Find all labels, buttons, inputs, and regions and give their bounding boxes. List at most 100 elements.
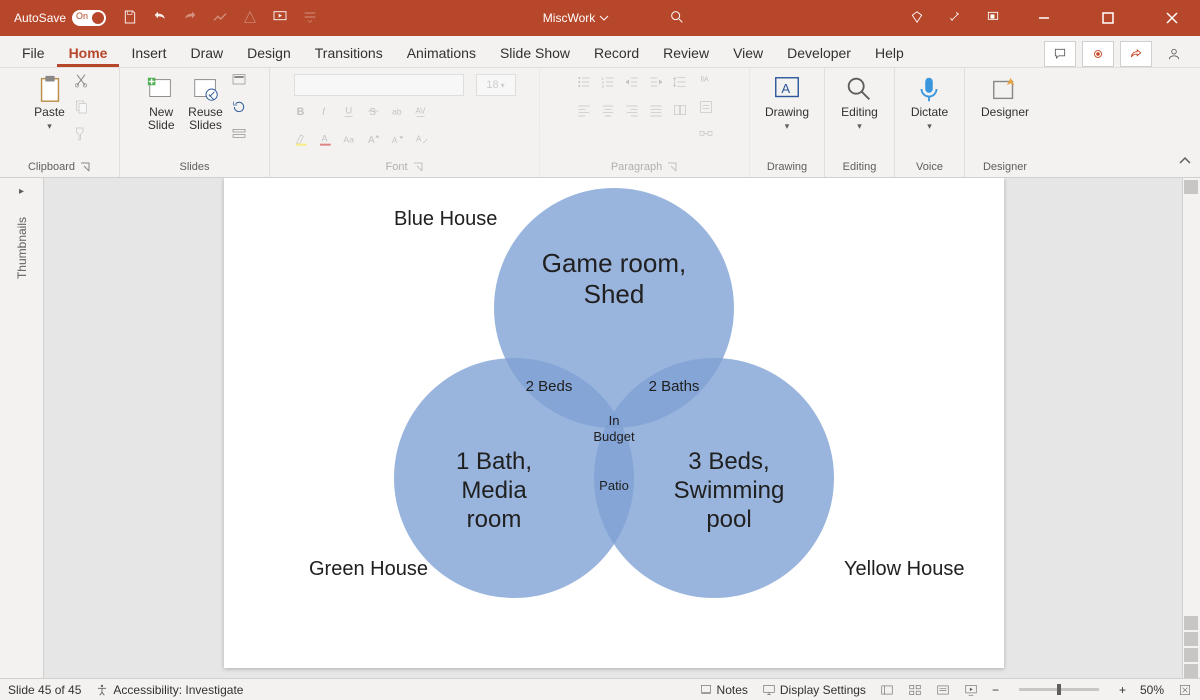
display-settings-button[interactable]: Display Settings (762, 683, 866, 697)
dialog-launcher-icon[interactable] (79, 161, 91, 173)
minimize-button[interactable] (1024, 0, 1064, 36)
text-direction-icon[interactable]: llA (698, 72, 714, 93)
from-beginning-icon[interactable] (272, 9, 288, 28)
tab-view[interactable]: View (721, 39, 775, 67)
tab-file[interactable]: File (10, 39, 57, 67)
font-size-combo[interactable]: 18▾ (476, 74, 516, 96)
scroll-up-icon[interactable] (1184, 632, 1198, 646)
tab-help[interactable]: Help (863, 39, 916, 67)
align-left-icon[interactable] (576, 102, 592, 123)
justify-icon[interactable] (648, 102, 664, 123)
font-color-icon[interactable]: A (318, 131, 334, 152)
bullets-icon[interactable] (576, 74, 592, 95)
qat-icon[interactable] (242, 9, 258, 28)
tab-slideshow[interactable]: Slide Show (488, 39, 582, 67)
shadow-icon[interactable]: ab (390, 103, 406, 124)
highlight-icon[interactable] (294, 131, 310, 152)
reset-icon[interactable] (231, 99, 247, 120)
paste-button[interactable]: Paste ▾ (30, 72, 69, 134)
editing-button[interactable]: Editing ▾ (837, 72, 882, 134)
scrollbar-thumb[interactable] (1184, 180, 1198, 194)
copy-icon[interactable] (73, 99, 89, 120)
columns-icon[interactable] (672, 102, 688, 123)
slide-canvas[interactable]: Blue House Green House Yellow House Game… (44, 178, 1200, 678)
shrink-font-icon[interactable]: A (390, 131, 406, 152)
tab-transitions[interactable]: Transitions (303, 39, 395, 67)
diamond-icon[interactable] (910, 10, 924, 27)
undo-icon[interactable] (152, 9, 168, 28)
zoom-level[interactable]: 50% (1140, 683, 1164, 697)
fit-to-window-icon[interactable] (1178, 683, 1192, 697)
format-painter-icon[interactable] (73, 126, 89, 147)
tab-home[interactable]: Home (57, 39, 120, 67)
search-button[interactable] (669, 9, 685, 28)
underline-icon[interactable]: U (342, 103, 358, 124)
line-spacing-icon[interactable] (672, 74, 688, 95)
sparkle-icon[interactable] (948, 10, 962, 27)
scroll-down-icon[interactable] (1184, 648, 1198, 662)
tab-developer[interactable]: Developer (775, 39, 863, 67)
tab-review[interactable]: Review (651, 39, 721, 67)
zoom-slider[interactable] (1019, 688, 1099, 691)
indent-left-icon[interactable] (624, 74, 640, 95)
save-icon[interactable] (122, 9, 138, 28)
autosave-toggle[interactable]: AutoSave On (14, 10, 106, 26)
view-sorter-icon[interactable] (908, 683, 922, 697)
clear-format-icon[interactable]: A (414, 131, 430, 152)
share-button[interactable] (1120, 41, 1152, 67)
scroll-up-double-icon[interactable] (1184, 616, 1198, 630)
spacing-icon[interactable]: AV (414, 103, 430, 124)
reuse-slides-button[interactable]: Reuse Slides (184, 72, 227, 134)
dialog-launcher-icon[interactable] (666, 161, 678, 173)
tab-draw[interactable]: Draw (178, 39, 235, 67)
grow-font-icon[interactable]: A (366, 131, 382, 152)
window-mode-icon[interactable] (986, 10, 1000, 27)
document-title[interactable]: MiscWork (543, 11, 609, 25)
slide[interactable]: Blue House Green House Yellow House Game… (224, 178, 1004, 668)
qat-overflow-icon[interactable] (302, 9, 318, 28)
bold-icon[interactable]: B (294, 103, 310, 124)
accessibility-status[interactable]: Accessibility: Investigate (95, 683, 243, 697)
section-icon[interactable] (231, 126, 247, 147)
maximize-button[interactable] (1088, 0, 1128, 36)
thumbnail-pane[interactable]: ▸ Thumbnails (0, 178, 44, 678)
designer-button[interactable]: Designer (977, 72, 1033, 121)
record-button[interactable] (1082, 41, 1114, 67)
italic-icon[interactable]: I (318, 103, 334, 124)
qat-icon[interactable] (212, 9, 228, 28)
align-text-icon[interactable] (698, 99, 714, 120)
tab-design[interactable]: Design (235, 39, 303, 67)
numbering-icon[interactable]: 123 (600, 74, 616, 95)
close-button[interactable] (1152, 0, 1192, 36)
align-right-icon[interactable] (624, 102, 640, 123)
dialog-launcher-icon[interactable] (412, 161, 424, 173)
tab-insert[interactable]: Insert (119, 39, 178, 67)
notes-button[interactable]: Notes (699, 683, 748, 697)
view-normal-icon[interactable] (880, 683, 894, 697)
drawing-button[interactable]: A Drawing ▾ (761, 72, 813, 134)
indent-right-icon[interactable] (648, 74, 664, 95)
smartart-icon[interactable] (698, 126, 714, 147)
slide-counter[interactable]: Slide 45 of 45 (8, 683, 81, 697)
zoom-in-button[interactable]: + (1119, 683, 1126, 697)
collapse-ribbon-icon[interactable] (1178, 154, 1192, 173)
zoom-out-button[interactable]: − (992, 683, 999, 697)
align-center-icon[interactable] (600, 102, 616, 123)
view-slideshow-icon[interactable] (964, 683, 978, 697)
scroll-down-double-icon[interactable] (1184, 664, 1198, 678)
cut-icon[interactable] (73, 72, 89, 93)
font-family-combo[interactable] (294, 74, 464, 96)
view-reading-icon[interactable] (936, 683, 950, 697)
redo-icon[interactable] (182, 9, 198, 28)
vertical-scrollbar[interactable] (1182, 178, 1200, 678)
tab-animations[interactable]: Animations (395, 39, 488, 67)
layout-icon[interactable] (231, 72, 247, 93)
comments-button[interactable] (1044, 41, 1076, 67)
new-slide-button[interactable]: New Slide (142, 72, 180, 134)
venn-diagram[interactable]: Blue House Green House Yellow House Game… (224, 178, 1004, 668)
tab-record[interactable]: Record (582, 39, 651, 67)
dictate-button[interactable]: Dictate ▾ (907, 72, 952, 134)
strike-icon[interactable]: S (366, 103, 382, 124)
account-button[interactable] (1158, 41, 1190, 67)
change-case-icon[interactable]: Aa (342, 131, 358, 152)
